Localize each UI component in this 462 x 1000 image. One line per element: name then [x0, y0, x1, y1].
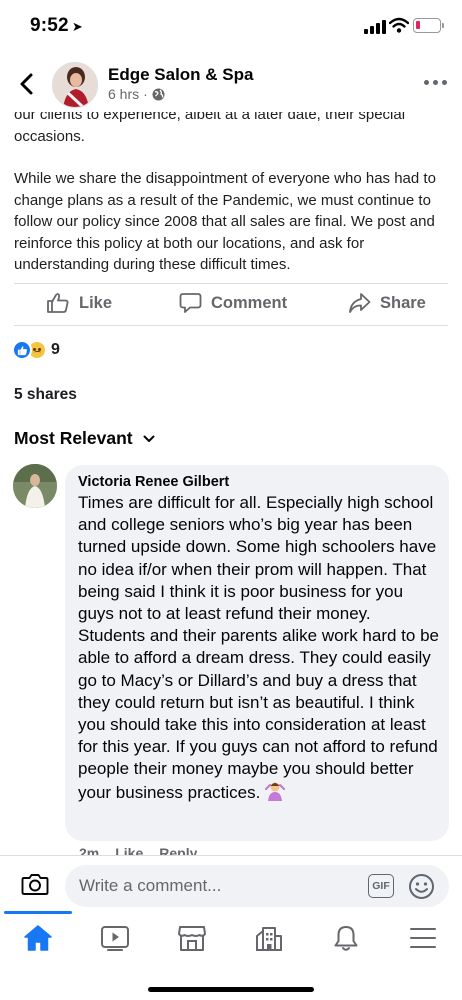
tab-menu[interactable] [399, 921, 447, 955]
comment-bubble-icon [179, 293, 202, 313]
reaction-count: 9 [51, 341, 60, 358]
like-button[interactable]: Like [46, 284, 112, 322]
person-shrugging-emoji [265, 782, 286, 801]
meta-separator: · [143, 86, 148, 102]
reactions-summary[interactable]: 9 [12, 338, 60, 362]
like-reaction-icon [12, 340, 32, 360]
post-body: our clients to experience, albeit at a l… [0, 112, 462, 272]
camera-icon[interactable] [21, 872, 49, 896]
gif-button[interactable]: GIF [368, 874, 394, 898]
share-button[interactable]: Share [348, 284, 426, 322]
notifications-icon [334, 926, 358, 951]
status-time: 9:52 ➤ [30, 15, 83, 37]
location-arrow-icon: ➤ [71, 19, 83, 34]
comment-text: Times are difficult for all. Especially … [78, 492, 440, 804]
shares-count[interactable]: 5 shares [14, 386, 77, 404]
tab-marketplace[interactable] [168, 921, 216, 955]
post-header: Edge Salon & Spa 6 hrs · [0, 56, 462, 112]
post-text-paragraph: While we share the disappointment of eve… [14, 170, 436, 272]
comment-author[interactable]: Victoria Renee Gilbert [78, 474, 229, 490]
tab-pages[interactable] [245, 921, 293, 955]
post-meta: 6 hrs · [108, 86, 165, 102]
active-tab-indicator [4, 911, 72, 914]
status-time-text: 9:52 [30, 15, 69, 36]
tab-watch[interactable] [91, 921, 139, 955]
commenter-avatar[interactable] [13, 464, 57, 508]
page-avatar-image [53, 63, 97, 107]
page-name[interactable]: Edge Salon & Spa [108, 65, 253, 85]
page-avatar[interactable] [52, 62, 98, 108]
battery-icon [413, 18, 444, 33]
watch-icon [101, 926, 129, 951]
emoji-smile-icon[interactable] [408, 873, 435, 900]
menu-icon [410, 928, 436, 948]
pages-icon [256, 927, 282, 951]
tab-notifications[interactable] [322, 921, 370, 955]
tab-home[interactable] [14, 921, 62, 955]
sort-label: Most Relevant [14, 428, 133, 448]
more-options-button[interactable] [424, 78, 448, 88]
status-bar: 9:52 ➤ [0, 0, 462, 56]
post-text-partial: our clients to experience, albeit at a l… [14, 112, 406, 145]
share-label: Share [380, 293, 426, 312]
comment-text-body: Times are difficult for all. Especially … [78, 493, 439, 802]
post-text: our clients to experience, albeit at a l… [14, 112, 450, 272]
comment-label: Comment [211, 293, 288, 312]
commenter-avatar-image [13, 464, 57, 508]
comment-sort-dropdown[interactable]: Most Relevant [14, 428, 155, 449]
back-button[interactable] [14, 70, 40, 98]
like-label: Like [79, 293, 113, 312]
marketplace-icon [178, 926, 206, 951]
cellular-signal-icon [364, 20, 386, 34]
wifi-icon [389, 17, 409, 33]
share-arrow-icon [349, 293, 371, 313]
home-indicator [148, 987, 314, 992]
thumbs-up-icon [47, 293, 69, 313]
globe-icon [152, 88, 165, 100]
comment-button[interactable]: Comment [179, 284, 287, 322]
divider-bottom [14, 325, 448, 326]
tab-bar [0, 911, 462, 1000]
home-icon [24, 925, 52, 951]
comment-composer: GIF [0, 855, 462, 913]
comment-bubble: Victoria Renee Gilbert Times are difficu… [65, 465, 449, 841]
chevron-down-icon [143, 435, 155, 442]
post-timestamp[interactable]: 6 hrs [108, 86, 139, 102]
